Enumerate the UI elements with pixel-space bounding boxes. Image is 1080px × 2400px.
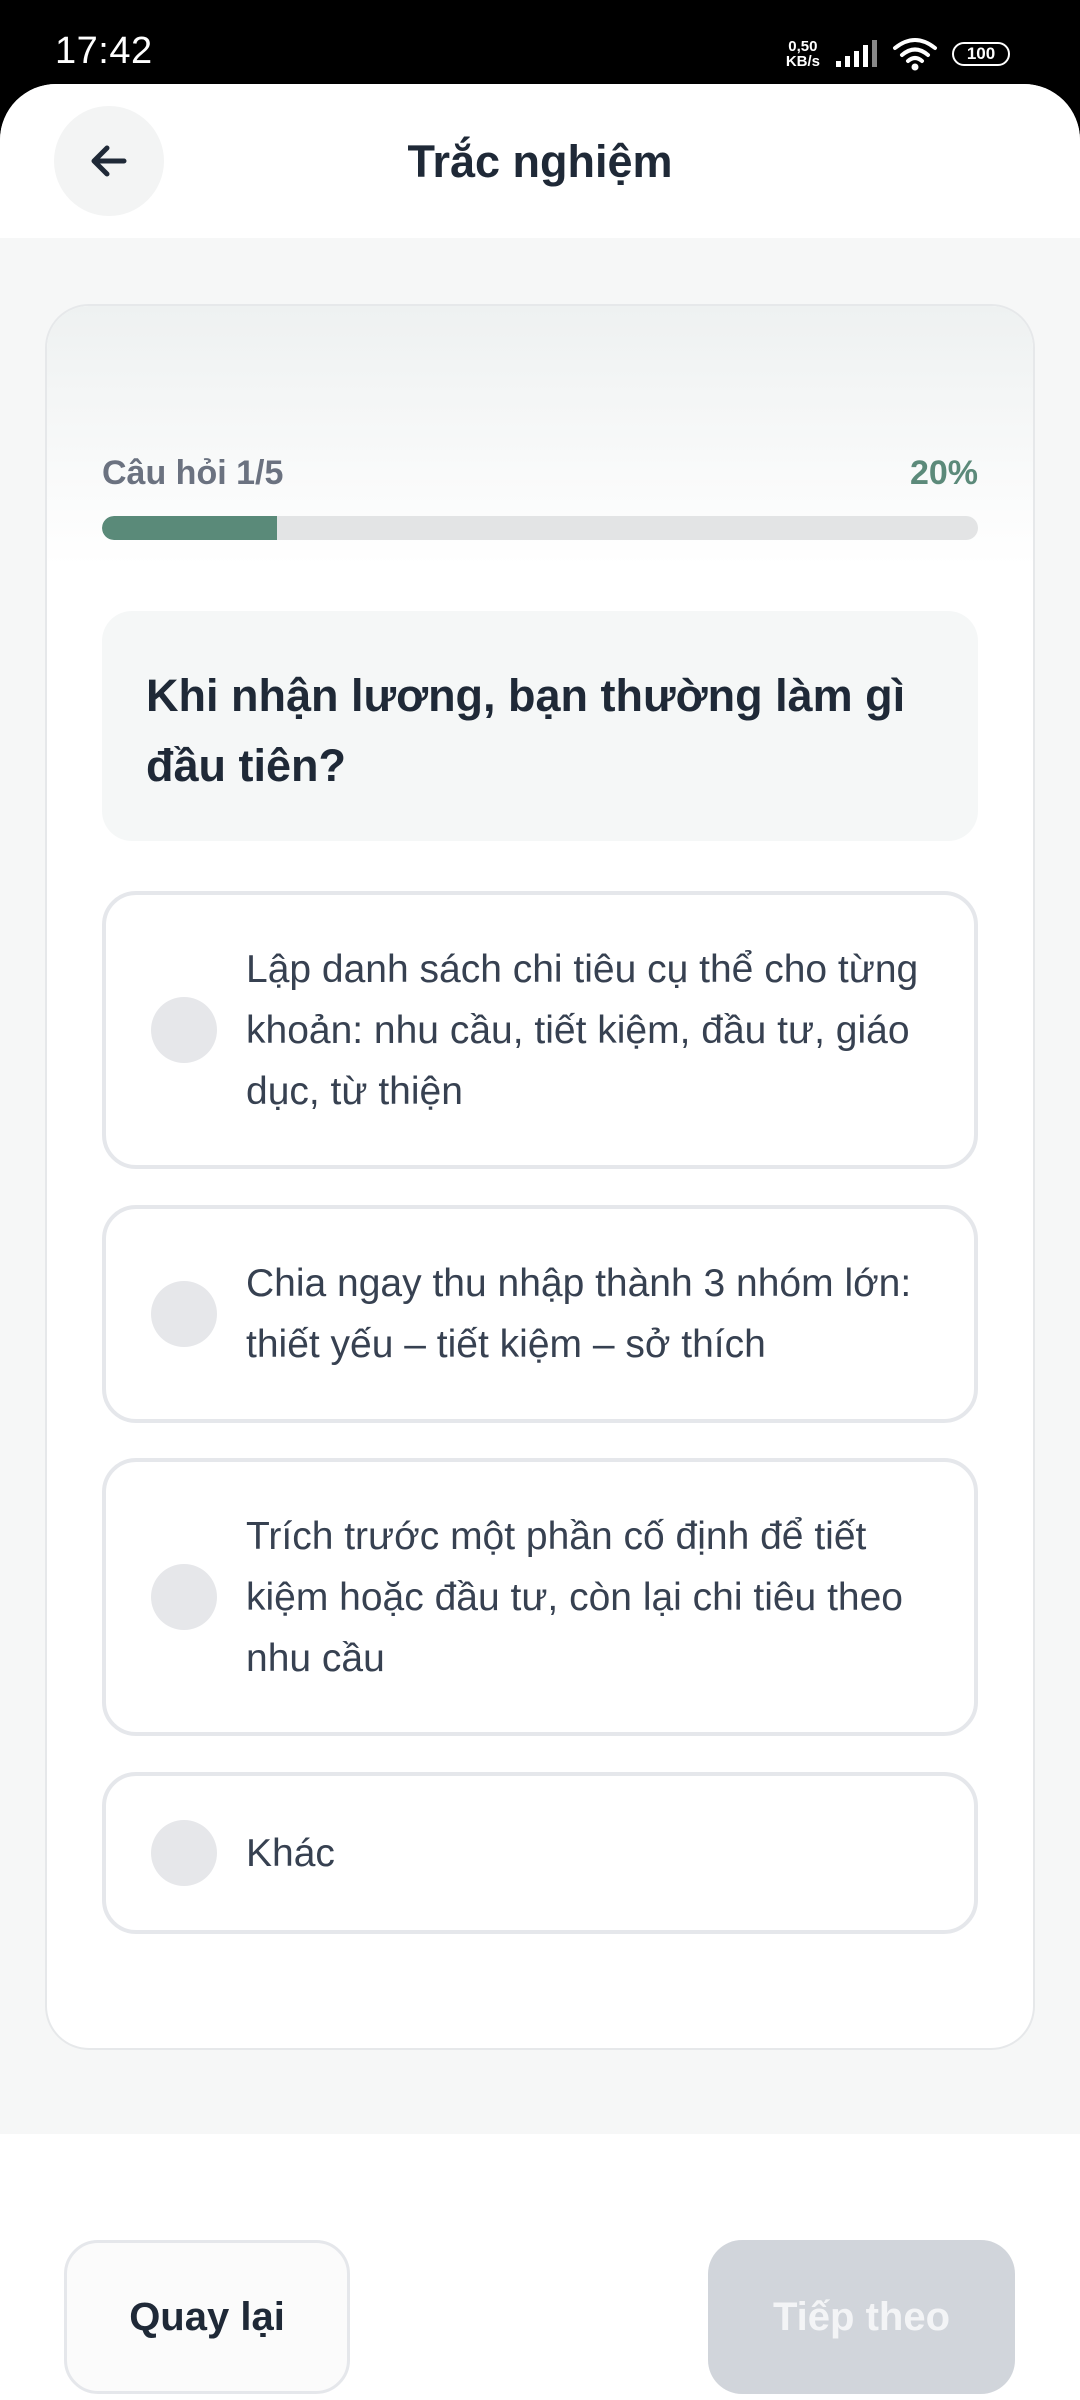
radio-button[interactable] xyxy=(151,1564,217,1630)
status-icons: 0,50 KB/s 100 xyxy=(786,34,1010,74)
network-speed-unit: KB/s xyxy=(785,53,820,70)
answer-option-label: Lập danh sách chi tiêu cụ thể cho từng k… xyxy=(246,947,919,1113)
progress-bar-fill xyxy=(102,516,278,540)
question-counter: Câu hỏi 1/5 xyxy=(102,454,284,492)
app-bar: Trắc nghiệm xyxy=(0,84,1080,238)
previous-button[interactable]: Quay lại xyxy=(64,2240,350,2394)
bottom-action-bar: Quay lại Tiếp theo xyxy=(0,2134,1080,2400)
question-text: Khi nhận lương, bạn thường làm gì đầu ti… xyxy=(102,611,978,841)
page-title: Trắc nghiệm xyxy=(407,136,673,187)
radio-button[interactable] xyxy=(151,997,217,1063)
answer-option-3[interactable]: Trích trước một phần cố định để tiết kiệ… xyxy=(102,1458,978,1736)
battery-icon: 100 xyxy=(952,42,1010,66)
answer-option-1[interactable]: Lập danh sách chi tiêu cụ thể cho từng k… xyxy=(102,891,978,1169)
app-screen: Trắc nghiệm Câu hỏi 1/5 20% Khi nhận lươ… xyxy=(0,84,1080,2400)
wifi-icon xyxy=(893,38,937,71)
status-time: 17:42 xyxy=(55,30,153,72)
answer-option-label: Chia ngay thu nhập thành 3 nhóm lớn: thi… xyxy=(246,1262,912,1366)
next-button[interactable]: Tiếp theo xyxy=(708,2240,1015,2394)
progress-bar xyxy=(102,516,978,540)
quiz-card: Câu hỏi 1/5 20% Khi nhận lương, bạn thườ… xyxy=(45,304,1035,2050)
answer-option-4[interactable]: Khác xyxy=(102,1772,978,1934)
answer-option-label: Khác xyxy=(246,1831,335,1875)
answer-option-2[interactable]: Chia ngay thu nhập thành 3 nhóm lớn: thi… xyxy=(102,1205,978,1423)
radio-button[interactable] xyxy=(151,1820,217,1886)
signal-icon xyxy=(836,40,877,67)
network-speed-value: 0,50 xyxy=(788,38,818,55)
progress-percent: 20% xyxy=(909,454,978,492)
network-speed: 0,50 KB/s xyxy=(786,39,820,69)
answer-option-label: Trích trước một phần cố định để tiết kiệ… xyxy=(246,1514,903,1680)
radio-button[interactable] xyxy=(151,1281,217,1347)
status-bar: 17:42 0,50 KB/s 100 xyxy=(0,0,1080,90)
